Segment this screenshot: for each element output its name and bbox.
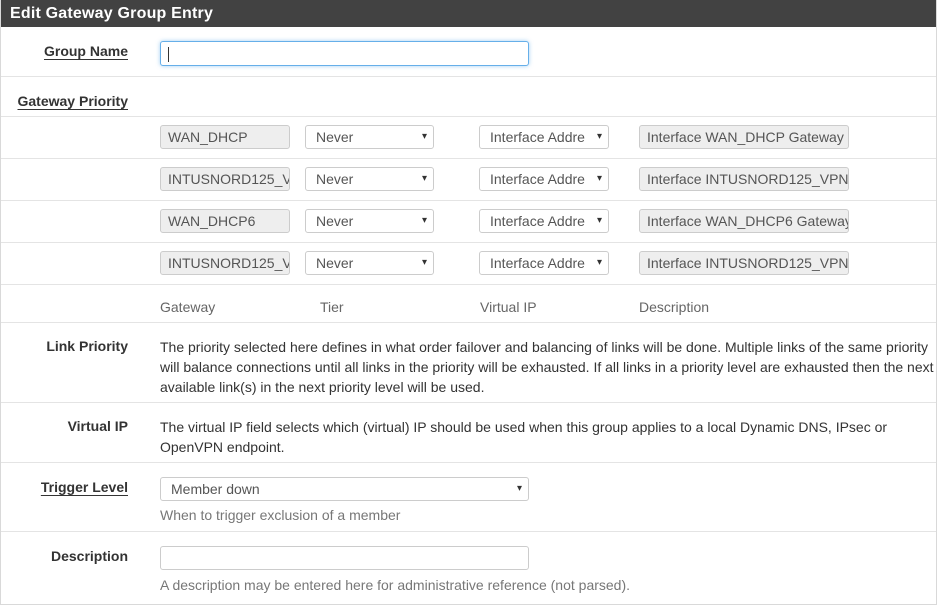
virtual-ip-select-value: Interface Addre xyxy=(490,255,585,271)
edit-gateway-group-panel: Edit Gateway Group Entry Group Name Gate… xyxy=(0,0,937,605)
tier-select[interactable]: Never ▾ xyxy=(305,125,434,149)
virtual-ip-select[interactable]: Interface Addre ▾ xyxy=(479,251,609,275)
group-name-input[interactable] xyxy=(160,41,529,66)
gateway-name-field: WAN_DHCP xyxy=(160,125,290,149)
trigger-level-help: When to trigger exclusion of a member xyxy=(160,507,401,523)
virtual-ip-select[interactable]: Interface Addre ▾ xyxy=(479,209,609,233)
chevron-down-icon: ▾ xyxy=(596,173,602,184)
description-input[interactable] xyxy=(160,546,529,570)
gateway-description-field: Interface INTUSNORD125_VPNV xyxy=(639,251,849,275)
tier-select-value: Never xyxy=(316,213,354,229)
chevron-down-icon: ▾ xyxy=(596,215,602,226)
gateway-description-field: Interface WAN_DHCP Gateway xyxy=(639,125,849,149)
panel-title: Edit Gateway Group Entry xyxy=(1,0,936,27)
virtual-ip-select[interactable]: Interface Addre ▾ xyxy=(479,167,609,191)
gateway-name-field: INTUSNORD125_V xyxy=(160,167,290,191)
column-heading-virtual-ip: Virtual IP xyxy=(480,299,537,315)
chevron-down-icon: ▾ xyxy=(421,173,427,184)
gateway-name-field: WAN_DHCP6 xyxy=(160,209,290,233)
tier-select[interactable]: Never ▾ xyxy=(305,209,434,233)
description-row: Description A description may be entered… xyxy=(1,532,936,600)
tier-select-value: Never xyxy=(316,171,354,187)
virtual-ip-select-value: Interface Addre xyxy=(490,129,585,145)
tier-select-value: Never xyxy=(316,129,354,145)
tier-select[interactable]: Never ▾ xyxy=(305,167,434,191)
trigger-level-select-value: Member down xyxy=(171,481,260,497)
gateway-description-field: Interface WAN_DHCP6 Gateway xyxy=(639,209,849,233)
trigger-level-label: Trigger Level xyxy=(40,479,128,495)
gateway-row: WAN_DHCP Never ▾ Interface Addre ▾ Inter… xyxy=(1,117,936,159)
group-name-label: Group Name xyxy=(43,43,128,59)
virtual-ip-select[interactable]: Interface Addre ▾ xyxy=(479,125,609,149)
virtual-ip-select-value: Interface Addre xyxy=(490,213,585,229)
link-priority-row: Link Priority The priority selected here… xyxy=(1,323,936,403)
virtual-ip-text: The virtual IP field selects which (virt… xyxy=(160,419,888,455)
trigger-level-select[interactable]: Member down ▾ xyxy=(160,477,529,501)
tier-select-value: Never xyxy=(316,255,354,271)
gateway-row: WAN_DHCP6 Never ▾ Interface Addre ▾ Inte… xyxy=(1,201,936,243)
chevron-down-icon: ▾ xyxy=(421,131,427,142)
column-heading-tier: Tier xyxy=(320,299,344,315)
group-name-row: Group Name xyxy=(1,27,936,77)
link-priority-label: Link Priority xyxy=(46,338,128,354)
trigger-level-row: Trigger Level Member down ▾ When to trig… xyxy=(1,463,936,532)
chevron-down-icon: ▾ xyxy=(421,215,427,226)
gateway-row: INTUSNORD125_V Never ▾ Interface Addre ▾… xyxy=(1,243,936,285)
virtual-ip-select-value: Interface Addre xyxy=(490,171,585,187)
gateway-column-headings: Gateway Tier Virtual IP Description xyxy=(1,285,936,323)
chevron-down-icon: ▾ xyxy=(421,257,427,268)
column-heading-description: Description xyxy=(639,299,710,315)
gateway-priority-label: Gateway Priority xyxy=(17,93,129,109)
chevron-down-icon: ▾ xyxy=(596,257,602,268)
gateway-description-field: Interface INTUSNORD125_VPNV xyxy=(639,167,849,191)
virtual-ip-row: Virtual IP The virtual IP field selects … xyxy=(1,403,936,463)
column-heading-gateway: Gateway xyxy=(160,299,216,315)
description-help: A description may be entered here for ad… xyxy=(160,577,631,593)
gateway-row: INTUSNORD125_V Never ▾ Interface Addre ▾… xyxy=(1,159,936,201)
link-priority-text: The priority selected here defines in wh… xyxy=(160,339,934,395)
chevron-down-icon: ▾ xyxy=(596,131,602,142)
gateway-name-field: INTUSNORD125_V xyxy=(160,251,290,275)
tier-select[interactable]: Never ▾ xyxy=(305,251,434,275)
gateway-priority-row: Gateway Priority xyxy=(1,77,936,117)
description-label: Description xyxy=(50,548,128,564)
virtual-ip-label: Virtual IP xyxy=(67,418,128,434)
text-cursor xyxy=(168,47,169,62)
chevron-down-icon: ▾ xyxy=(516,483,522,494)
